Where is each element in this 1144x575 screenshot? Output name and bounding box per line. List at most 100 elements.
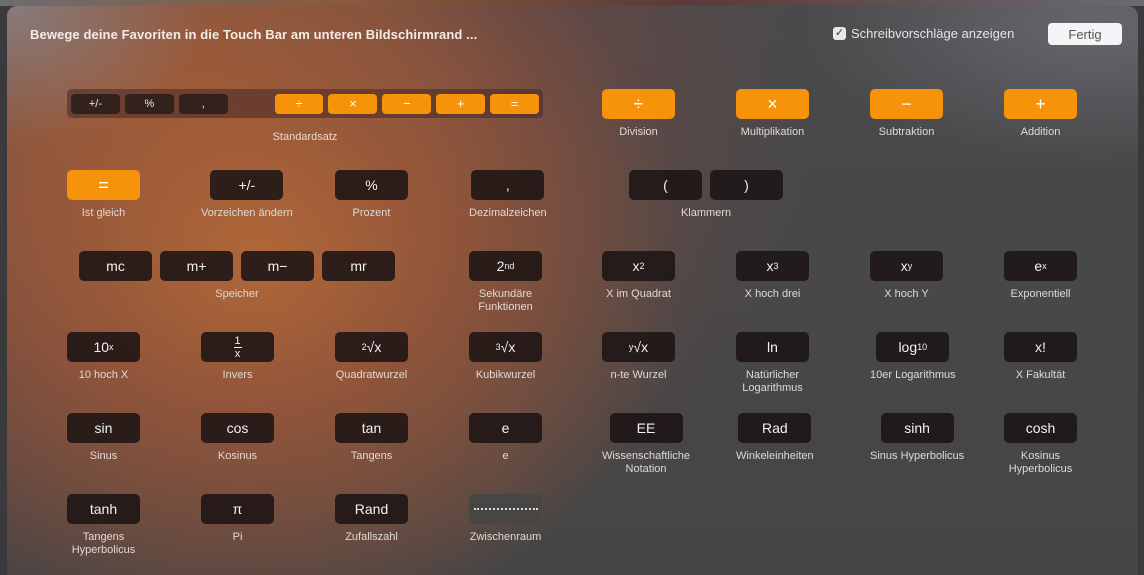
radical-icon: √x bbox=[500, 339, 516, 355]
pi-key: π bbox=[201, 494, 274, 524]
item-label: Kosinus bbox=[217, 450, 258, 462]
item-label: Winkeleinheiten bbox=[736, 450, 814, 462]
rand-key: Rand bbox=[335, 494, 408, 524]
item-exponential[interactable]: ex Exponentiell bbox=[1004, 251, 1077, 301]
item-sinh[interactable]: sinh Sinus Hyperbolicus bbox=[870, 413, 964, 463]
label-line: Wissenschaftliche bbox=[602, 450, 691, 462]
item-inverse[interactable]: 1x Invers bbox=[201, 332, 274, 382]
item-label: Zufallszahl bbox=[345, 531, 398, 543]
item-space[interactable]: Zwischenraum bbox=[469, 494, 542, 544]
instruction-text: Bewege deine Favoriten in die Touch Bar … bbox=[30, 27, 478, 42]
item-label: Kubikwurzel bbox=[475, 369, 536, 381]
ee-key: EE bbox=[609, 413, 683, 443]
item-label: Tangens bbox=[350, 450, 393, 462]
item-angle-units[interactable]: Rad Winkeleinheiten bbox=[736, 413, 814, 463]
item-x-squared[interactable]: x2 X im Quadrat bbox=[602, 251, 675, 301]
item-square-root[interactable]: 2 √x Quadratwurzel bbox=[335, 332, 408, 382]
label-line: Kosinus bbox=[1020, 450, 1061, 462]
item-natural-log[interactable]: ln Natürlicher Logarithmus bbox=[736, 332, 809, 395]
label-line: Logarithmus bbox=[742, 382, 803, 394]
item-subtraction[interactable]: − Subtraktion bbox=[870, 89, 943, 139]
std-percent-key: % bbox=[124, 93, 174, 114]
item-label: Subtraktion bbox=[878, 126, 935, 138]
item-second-functions[interactable]: 2nd Sekundäre Funktionen bbox=[469, 251, 542, 314]
item-label: Tangens Hyperbolicus bbox=[72, 531, 136, 557]
item-label: n-te Wurzel bbox=[610, 369, 667, 381]
item-sin[interactable]: sin Sinus bbox=[67, 413, 140, 463]
item-percent[interactable]: % Prozent bbox=[335, 170, 408, 220]
item-multiplication[interactable]: × Multiplikation bbox=[736, 89, 809, 139]
std-decimal-key: , bbox=[178, 93, 228, 114]
item-e[interactable]: e e bbox=[469, 413, 542, 463]
item-nth-root[interactable]: y √x n-te Wurzel bbox=[602, 332, 675, 382]
x-squared-key: x2 bbox=[602, 251, 675, 281]
item-factorial[interactable]: x! X Fakultät bbox=[1004, 332, 1077, 382]
item-equals[interactable]: = Ist gleich bbox=[67, 170, 140, 220]
x-pow-y-key: xy bbox=[870, 251, 943, 281]
item-brackets[interactable]: ( ) Klammern bbox=[629, 170, 783, 220]
checkmark-icon[interactable]: ✓ bbox=[833, 27, 846, 40]
item-ten-pow-x[interactable]: 10 x 10 hoch X bbox=[67, 332, 140, 382]
plus-icon: + bbox=[1004, 89, 1077, 119]
key-base: x bbox=[632, 258, 640, 274]
key-base: log bbox=[898, 339, 918, 355]
dotted-line-icon bbox=[473, 508, 538, 510]
item-label: 10er Logarithmus bbox=[870, 369, 956, 381]
show-suggestions-checkbox[interactable]: ✓ Schreibvorschläge anzeigen bbox=[833, 26, 1014, 41]
item-label: Sekundäre Funktionen bbox=[478, 288, 532, 314]
done-button[interactable]: Fertig bbox=[1048, 23, 1122, 45]
item-label: Prozent bbox=[352, 207, 391, 219]
label-line: Hyperbolicus bbox=[1008, 463, 1073, 475]
standard-set-group[interactable]: +/- % , ÷ × − + = bbox=[67, 89, 543, 118]
log10-key: log 10 bbox=[876, 332, 950, 362]
customize-touch-bar-panel: Bewege deine Favoriten in die Touch Bar … bbox=[7, 6, 1138, 575]
item-addition[interactable]: + Addition bbox=[1004, 89, 1077, 139]
item-random[interactable]: Rand Zufallszahl bbox=[335, 494, 408, 544]
percent-key: % bbox=[335, 170, 408, 200]
item-memory[interactable]: mc m+ m− mr Speicher bbox=[79, 251, 395, 301]
minus-icon: − bbox=[870, 89, 943, 119]
radical-icon: √x bbox=[366, 339, 382, 355]
x-cubed-key: x3 bbox=[736, 251, 809, 281]
open-bracket-key: ( bbox=[629, 170, 702, 200]
item-label: Invers bbox=[222, 369, 253, 381]
item-cos[interactable]: cos Kosinus bbox=[201, 413, 274, 463]
cosh-key: cosh bbox=[1004, 413, 1077, 443]
item-label: Quadratwurzel bbox=[335, 369, 408, 381]
item-label: Exponentiell bbox=[1010, 288, 1071, 300]
item-sign[interactable]: +/- Vorzeichen ändern bbox=[201, 170, 293, 220]
item-label: 10 hoch X bbox=[78, 369, 129, 381]
memory-clear-key: mc bbox=[79, 251, 152, 281]
item-log10[interactable]: log 10 10er Logarithmus bbox=[870, 332, 956, 382]
std-multiply-key: × bbox=[328, 93, 378, 114]
item-label: X hoch drei bbox=[744, 288, 801, 300]
inverse-key: 1x bbox=[201, 332, 274, 362]
ln-key: ln bbox=[736, 332, 809, 362]
key-base: e bbox=[1034, 258, 1043, 274]
item-cosh[interactable]: cosh Kosinus Hyperbolicus bbox=[1004, 413, 1077, 476]
ten-pow-x-key: 10 x bbox=[67, 332, 140, 362]
item-label: Multiplikation bbox=[740, 126, 805, 138]
label-line: Notation bbox=[625, 463, 667, 475]
item-decimal[interactable]: , Dezimalzeichen bbox=[469, 170, 547, 220]
item-label: Ist gleich bbox=[81, 207, 126, 219]
divide-icon: ÷ bbox=[602, 89, 675, 119]
item-label: X Fakultät bbox=[1015, 369, 1066, 381]
exp-key: ex bbox=[1004, 251, 1077, 281]
item-cube-root[interactable]: 3 √x Kubikwurzel bbox=[469, 332, 542, 382]
cos-key: cos bbox=[201, 413, 274, 443]
label-line: Funktionen bbox=[478, 301, 533, 313]
memory-subtract-key: m− bbox=[241, 251, 314, 281]
factorial-key: x! bbox=[1004, 332, 1077, 362]
item-x-pow-y[interactable]: xy X hoch Y bbox=[870, 251, 943, 301]
multiply-icon: × bbox=[736, 89, 809, 119]
sign-toggle-key: +/- bbox=[210, 170, 284, 200]
item-x-cubed[interactable]: x3 X hoch drei bbox=[736, 251, 809, 301]
item-tanh[interactable]: tanh Tangens Hyperbolicus bbox=[67, 494, 140, 557]
item-division[interactable]: ÷ Division bbox=[602, 89, 675, 139]
numerator: 1 bbox=[234, 334, 241, 347]
item-pi[interactable]: π Pi bbox=[201, 494, 274, 544]
item-label: Klammern bbox=[680, 207, 732, 219]
item-scientific-notation[interactable]: EE Wissenschaftliche Notation bbox=[602, 413, 690, 476]
item-tan[interactable]: tan Tangens bbox=[335, 413, 408, 463]
